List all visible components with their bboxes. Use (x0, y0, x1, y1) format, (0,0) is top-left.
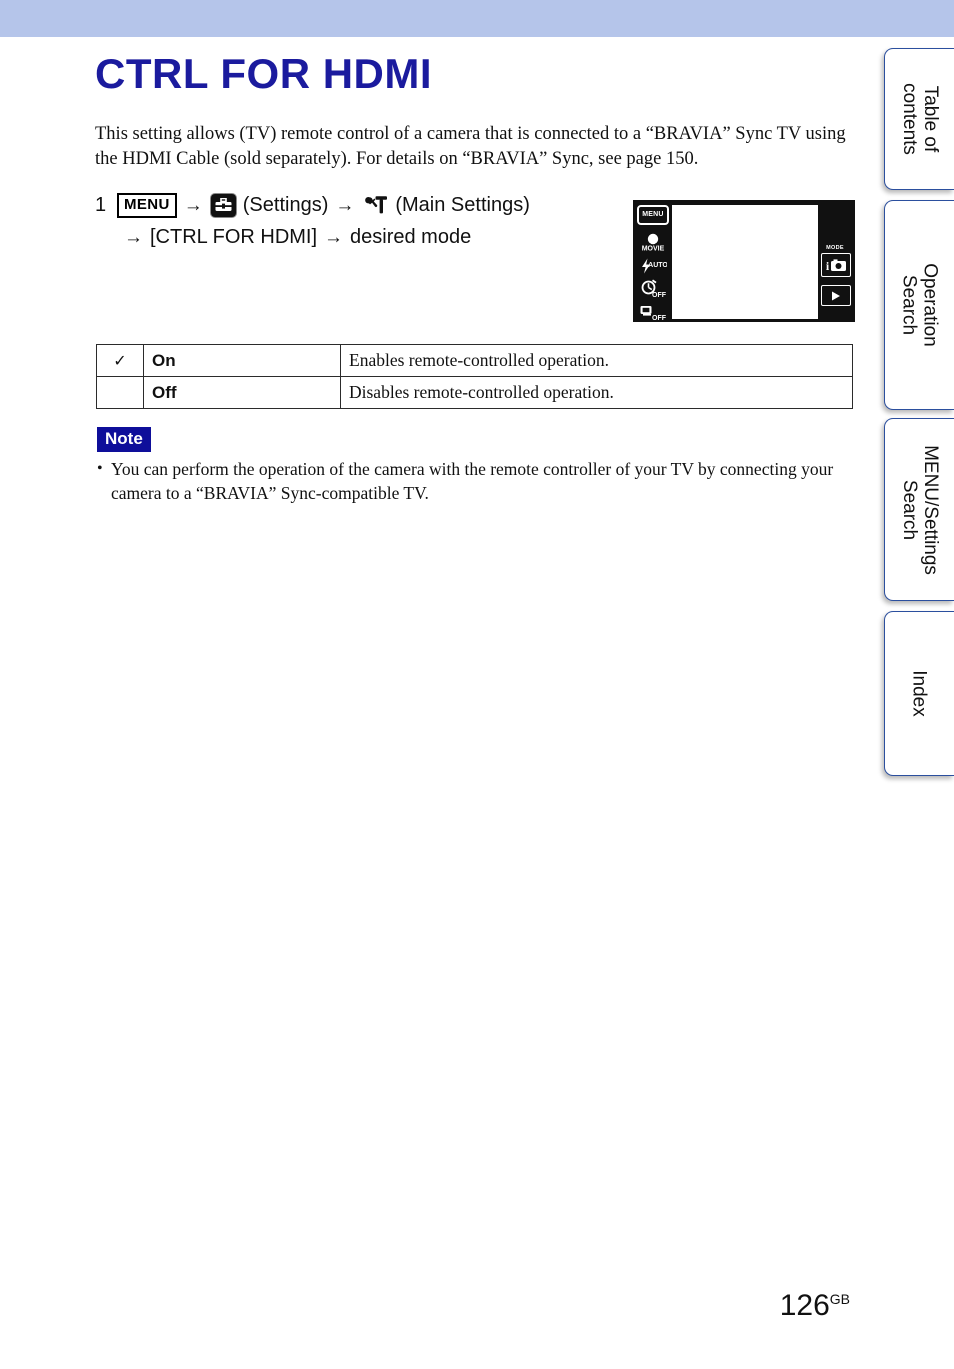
flash-auto-icon[interactable]: AUTO (636, 255, 670, 276)
menu-chip[interactable]: MENU (117, 192, 177, 218)
camera-menu-button[interactable]: MENU (637, 205, 669, 225)
options-table-body: ✓ On Enables remote-controlled operation… (96, 344, 853, 409)
sidebar-item-table-of-contents[interactable]: Table of contents (884, 48, 954, 190)
burst-off-icon[interactable]: OFF (636, 302, 670, 323)
playback-triangle-icon[interactable] (821, 285, 851, 306)
svg-text:i: i (826, 259, 830, 273)
row-check-cell (96, 376, 144, 409)
step-line-one: 1 MENU → (Settings) → (Main Settings) (95, 189, 615, 221)
ctrl-for-hdmi-item: [CTRL FOR HDMI] (150, 225, 318, 248)
main-settings-label: (Main Settings) (395, 193, 530, 216)
settings-label: (Settings) (242, 193, 329, 216)
svg-text:AUTO: AUTO (648, 262, 667, 269)
desired-mode-label: desired mode (350, 225, 472, 248)
table-row: Off Disables remote-controlled operation… (96, 376, 853, 409)
self-timer-off-icon[interactable]: OFF (636, 278, 670, 299)
arrow-icon-1: → (183, 194, 203, 216)
svg-text:OFF: OFF (652, 315, 667, 322)
options-table: ✓ On Enables remote-controlled operation… (96, 344, 853, 409)
page-number: 126GB (780, 1289, 850, 1323)
tab-line-1: Table of (919, 85, 941, 153)
list-item: • You can perform the operation of the c… (97, 457, 857, 505)
page-top-band (0, 0, 954, 37)
tab-label-menu-settings-search: MENU/Settings Search (899, 445, 941, 575)
sidebar-item-operation-search[interactable]: Operation Search (884, 200, 954, 410)
mode-label: MODE (826, 245, 844, 251)
note-body: • You can perform the operation of the c… (97, 457, 857, 505)
tab-label-index: Index (908, 670, 930, 717)
step-line-two: → [CTRL FOR HDMI] → desired mode (95, 221, 615, 253)
row-description-on: Enables remote-controlled operation. (340, 344, 853, 377)
arrow-icon-2: → (335, 194, 355, 216)
tab-line-1: MENU/Settings (919, 444, 941, 575)
region-code: GB (829, 1291, 850, 1307)
arrow-icon-4: → (324, 226, 344, 248)
row-label-off[interactable]: Off (143, 376, 341, 409)
page-number-value: 126 (779, 1289, 830, 1322)
tab-label-table-of-contents: Table of contents (899, 83, 941, 155)
camera-screen-live-view (672, 205, 818, 319)
table-row: ✓ On Enables remote-controlled operation… (96, 344, 853, 377)
tab-line-2: Search (898, 479, 920, 540)
svg-text:OFF: OFF (652, 292, 667, 299)
toolbox-icon[interactable] (209, 192, 237, 218)
side-tab-rail: Table of contents Operation Search MENU/Se… (880, 0, 954, 1369)
row-label-on[interactable]: On (143, 344, 341, 377)
arrow-icon-3: → (124, 226, 143, 248)
sidebar-item-menu-settings-search[interactable]: MENU/Settings Search (884, 418, 954, 601)
intelligent-auto-camera-icon[interactable]: i (821, 253, 851, 277)
camera-screen-illustration: MENU MOVIE AUTO OFF OFF MODE i (633, 200, 855, 322)
intro-paragraph: This setting allows (TV) remote control … (95, 124, 846, 169)
tab-line-2: Search (898, 274, 920, 336)
page-content: CTRL FOR HDMI This setting allows (TV) r… (0, 37, 880, 1369)
movie-mode-icon[interactable]: MOVIE (636, 232, 670, 253)
page-title: CTRL FOR HDMI (95, 50, 433, 97)
camera-screen-body: MENU MOVIE AUTO OFF OFF MODE i (633, 200, 855, 322)
note-badge: Note (97, 427, 151, 452)
row-check-cell: ✓ (96, 344, 144, 377)
tab-line-1: Operation (919, 263, 941, 347)
note-item-text: You can perform the operation of the cam… (111, 459, 834, 503)
default-check-icon: ✓ (113, 353, 127, 370)
sidebar-item-index[interactable]: Index (884, 611, 954, 776)
step-instruction-block: 1 MENU → (Settings) → (Main Settings) → … (95, 189, 615, 253)
row-description-off: Disables remote-controlled operation. (340, 376, 853, 409)
tab-line-2: contents (898, 83, 920, 155)
wrench-hammer-icon[interactable] (361, 193, 389, 217)
camera-screen-left-controls: MENU MOVIE AUTO OFF OFF (634, 201, 672, 323)
camera-screen-right-controls: MODE i (816, 201, 854, 323)
step-number: 1 (95, 193, 107, 216)
tab-label-operation-search: Operation Search (899, 263, 941, 346)
bullet-icon: • (97, 460, 103, 477)
svg-text:MOVIE: MOVIE (642, 245, 665, 252)
